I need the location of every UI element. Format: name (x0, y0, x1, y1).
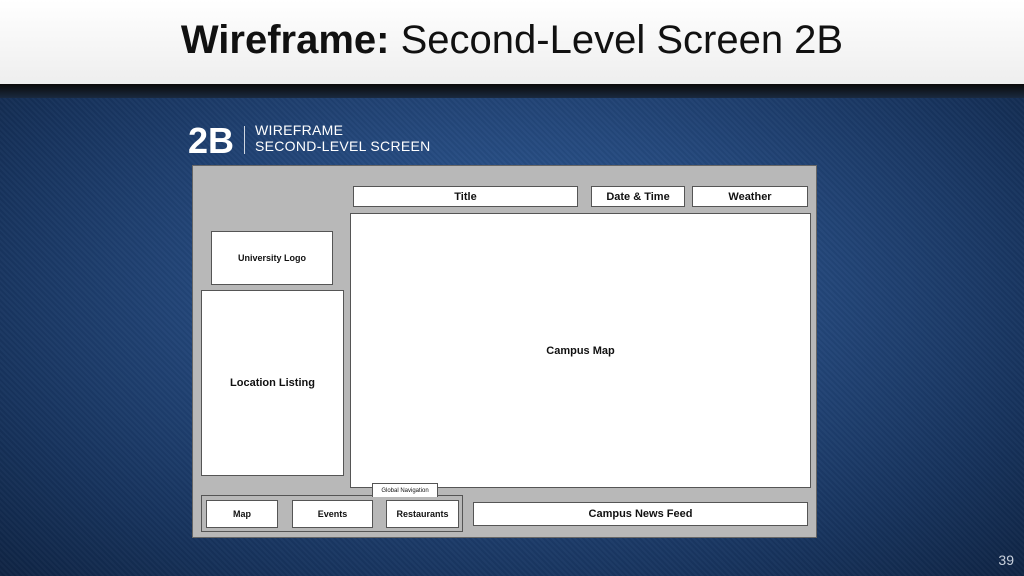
slide-header: Wireframe: Second-Level Screen 2B (0, 0, 1024, 84)
date-time-box[interactable]: Date & Time (591, 186, 685, 207)
campus-map-box[interactable]: Campus Map (350, 213, 811, 488)
nav-restaurants-button[interactable]: Restaurants (386, 500, 459, 528)
page-number: 39 (998, 552, 1014, 568)
brand-separator (244, 126, 245, 154)
header-divider (0, 84, 1024, 98)
screen-code: 2B (188, 120, 235, 161)
slide-title-rest: Second-Level Screen 2B (389, 18, 844, 62)
global-navigation-tab: Global Navigation (372, 483, 438, 497)
screen-caption: WIREFRAME SECOND-LEVEL SCREEN (255, 122, 431, 154)
nav-events-button[interactable]: Events (292, 500, 373, 528)
university-logo-box: University Logo (211, 231, 333, 285)
title-box[interactable]: Title (353, 186, 578, 207)
screen-caption-line2: SECOND-LEVEL SCREEN (255, 138, 431, 154)
location-listing-box[interactable]: Location Listing (201, 290, 344, 476)
screen-caption-line1: WIREFRAME (255, 122, 344, 138)
slide-title-bold: Wireframe: (180, 18, 390, 62)
weather-box[interactable]: Weather (692, 186, 808, 207)
campus-news-feed-box[interactable]: Campus News Feed (473, 502, 808, 526)
slide-title: Wireframe: Second-Level Screen 2B (0, 14, 1024, 66)
nav-map-button[interactable]: Map (206, 500, 278, 528)
wireframe-frame: Title Date & Time Weather University Log… (192, 165, 817, 538)
